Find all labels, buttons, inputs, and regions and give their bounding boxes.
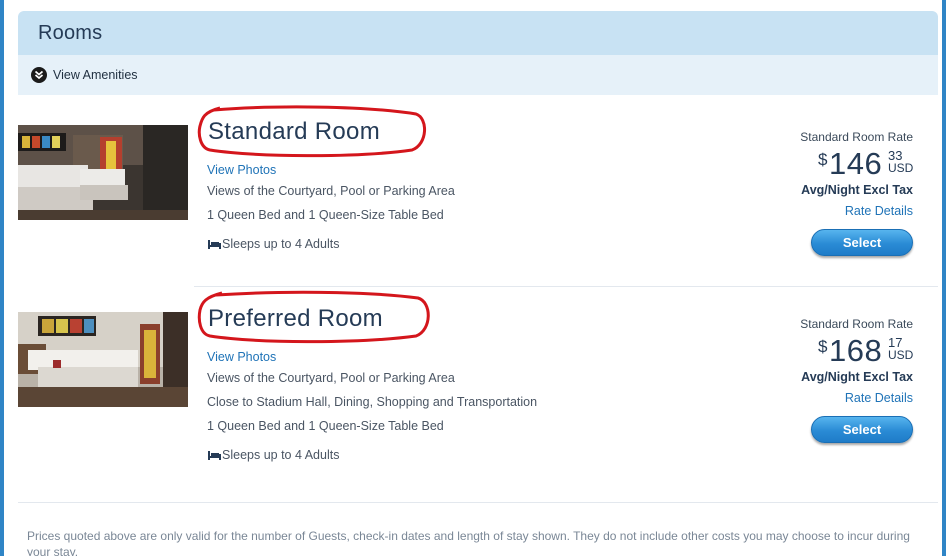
sleeps-capacity: Sleeps up to 4 Adults [208, 237, 339, 252]
price-dollars: 168 [829, 333, 883, 368]
select-button[interactable]: Select [811, 416, 913, 443]
room-name: Standard Room [208, 118, 380, 145]
pricing-disclaimer: Prices quoted above are only valid for t… [27, 529, 910, 556]
rate-label: Standard Room Rate [800, 317, 913, 331]
bed-icon [208, 238, 221, 252]
price-unit: USD [888, 161, 914, 175]
room-name: Preferred Room [208, 305, 383, 332]
room-detail: 1 Queen Bed and 1 Queen-Size Table Bed [207, 208, 444, 222]
currency-symbol: $ [818, 337, 828, 356]
chevron-down-circle-icon [31, 67, 47, 83]
avg-night-note: Avg/Night Excl Tax [801, 183, 913, 197]
room-price: $ 168 17 USD [818, 333, 914, 373]
page-frame: Rooms View Amenities Standard Room View … [0, 0, 946, 556]
view-photos-link[interactable]: View Photos [207, 163, 276, 177]
sleeps-label: Sleeps up to 4 Adults [222, 237, 340, 251]
room-detail: Views of the Courtyard, Pool or Parking … [207, 371, 455, 385]
rooms-section-header: Rooms [18, 11, 938, 55]
view-amenities-toggle[interactable]: View Amenities [18, 55, 938, 95]
room-divider [194, 286, 938, 287]
sleeps-label: Sleeps up to 4 Adults [222, 448, 340, 462]
room-photo[interactable] [18, 125, 188, 220]
currency-symbol: $ [818, 150, 828, 169]
avg-night-note: Avg/Night Excl Tax [801, 370, 913, 384]
price-unit: USD [888, 348, 914, 362]
select-button[interactable]: Select [811, 229, 913, 256]
room-detail: 1 Queen Bed and 1 Queen-Size Table Bed [207, 419, 444, 433]
sleeps-capacity: Sleeps up to 4 Adults [208, 448, 339, 463]
rate-label: Standard Room Rate [800, 130, 913, 144]
view-amenities-label: View Amenities [53, 68, 138, 82]
view-photos-link[interactable]: View Photos [207, 350, 276, 364]
room-detail: Views of the Courtyard, Pool or Parking … [207, 184, 455, 198]
section-title: Rooms [38, 22, 103, 44]
rate-details-link[interactable]: Rate Details [845, 391, 913, 405]
room-photo[interactable] [18, 312, 188, 407]
bed-icon [208, 449, 221, 463]
room-price: $ 146 33 USD [818, 146, 914, 186]
rate-details-link[interactable]: Rate Details [845, 204, 913, 218]
section-divider [18, 502, 938, 503]
room-detail: Close to Stadium Hall, Dining, Shopping … [207, 395, 538, 409]
price-dollars: 146 [829, 146, 883, 181]
